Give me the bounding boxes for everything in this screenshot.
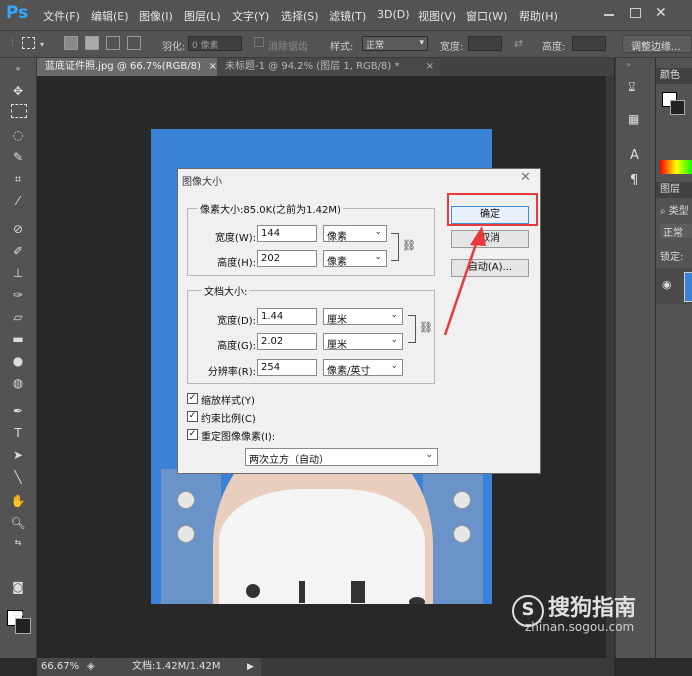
arrow-shaft bbox=[443, 237, 480, 336]
watermark-url: zhinan.sogou.com bbox=[525, 620, 635, 634]
watermark-text: 搜狗指南 bbox=[548, 596, 637, 621]
annotation-arrow bbox=[443, 226, 486, 336]
arrow-head bbox=[470, 226, 486, 246]
